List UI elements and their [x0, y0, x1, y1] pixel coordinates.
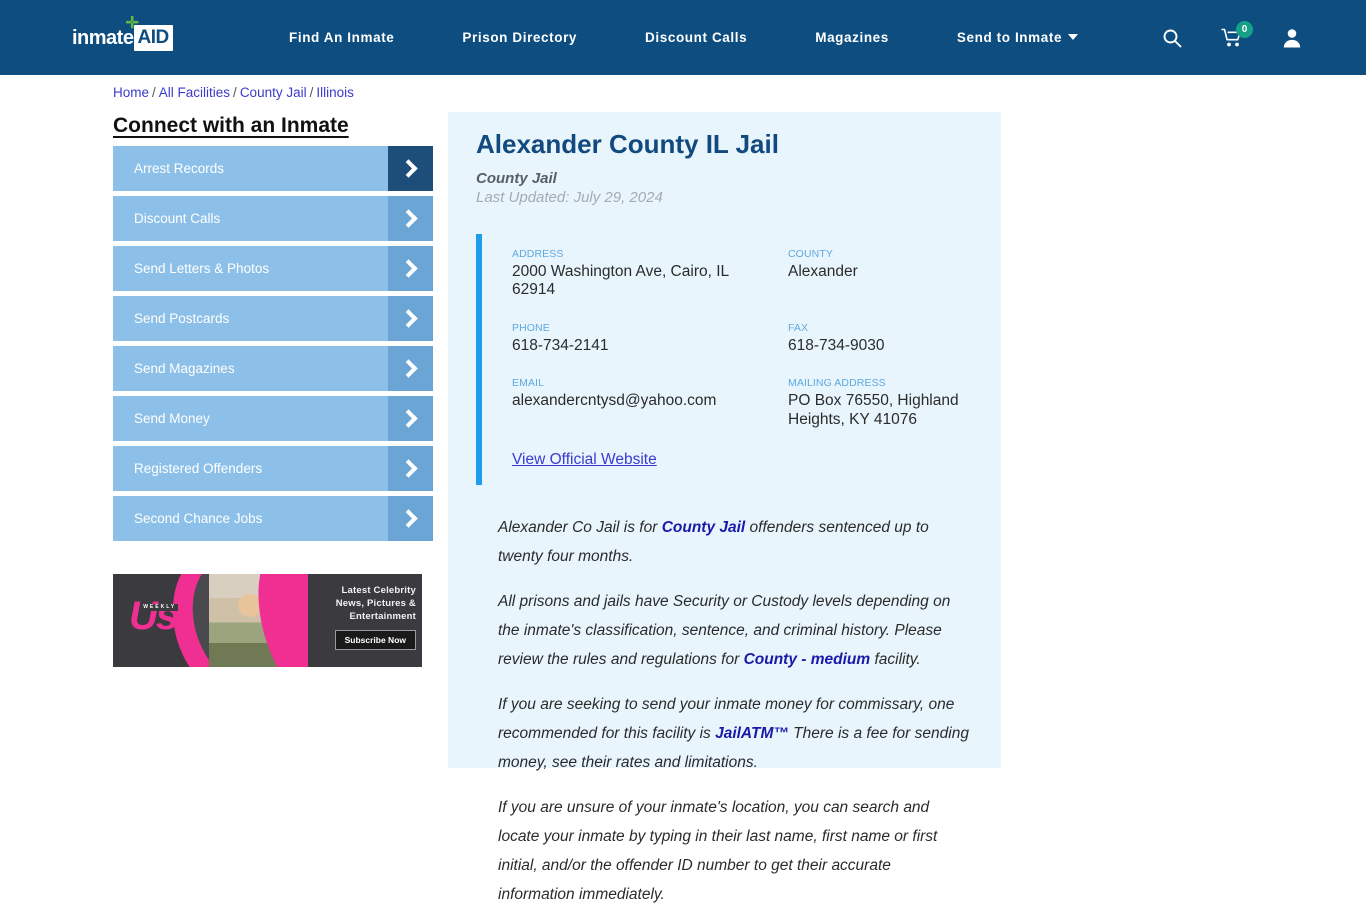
breadcrumb-separator: /	[152, 85, 156, 100]
info-field-county: COUNTY Alexander	[788, 248, 971, 300]
chevron-right-icon	[388, 146, 433, 191]
breadcrumb-item-all-facilities[interactable]: All Facilities	[159, 85, 230, 100]
sidebar-item-send-money[interactable]: Send Money	[113, 396, 433, 441]
sidebar-item-second-chance-jobs[interactable]: Second Chance Jobs	[113, 496, 433, 541]
info-field-phone: PHONE 618-734-2141	[512, 322, 788, 356]
sidebar-item-label: Send Postcards	[134, 311, 230, 326]
facility-contact-card: ADDRESS 2000 Washington Ave, Cairo, IL 6…	[476, 233, 971, 486]
user-account-icon[interactable]	[1280, 25, 1304, 51]
info-value: 2000 Washington Ave, Cairo, IL 62914	[512, 262, 729, 299]
sidebar-item-label: Second Chance Jobs	[134, 511, 263, 526]
sidebar-item-send-magazines[interactable]: Send Magazines	[113, 346, 433, 391]
info-value: 618-734-9030	[788, 336, 885, 354]
description-paragraph: If you are unsure of your inmate's locat…	[498, 799, 938, 904]
facility-panel: Alexander County IL Jail County Jail Las…	[448, 112, 1001, 903]
cart-count-badge: 0	[1236, 20, 1253, 38]
last-updated: Last Updated: July 29, 2024	[476, 188, 663, 206]
logo-badge-text: AID	[137, 27, 169, 48]
sidebar-heading: Connect with an Inmate	[113, 114, 349, 137]
nav-label: Send to Inmate	[956, 30, 1063, 45]
chevron-right-icon	[388, 196, 433, 241]
nav-label: Magazines	[815, 30, 889, 45]
nav-item-discount-calls[interactable]: Discount Calls	[611, 30, 781, 45]
info-label: EMAIL	[512, 377, 545, 390]
ad-headline-line2: News, Pictures &	[335, 598, 416, 609]
plus-cross-icon: ✛	[125, 15, 139, 32]
info-label: PHONE	[512, 321, 550, 334]
description-paragraph: Alexander Co Jail is for County Jail off…	[498, 519, 929, 566]
nav-item-prison-directory[interactable]: Prison Directory	[428, 30, 611, 45]
page-title: Alexander County IL Jail	[476, 129, 779, 159]
sidebar-menu: Arrest Records Discount Calls Send Lette…	[113, 146, 433, 546]
info-value: PO Box 76550, Highland Heights, KY 41076	[788, 392, 959, 428]
nav-item-send-to-inmate[interactable]: Send to Inmate	[923, 30, 1112, 45]
info-field-address: ADDRESS 2000 Washington Ave, Cairo, IL 6…	[512, 248, 788, 300]
chevron-right-icon	[388, 296, 433, 341]
sidebar-item-send-postcards[interactable]: Send Postcards	[113, 296, 433, 341]
ad-brand-name: Us	[129, 594, 178, 638]
logo-badge: ✛ AID	[125, 16, 173, 51]
ad-brand-sub: WEEKLY	[141, 604, 179, 611]
info-label: MAILING ADDRESS	[788, 377, 886, 390]
info-field-email: EMAIL alexandercntysd@yahoo.com	[512, 377, 788, 429]
main-navigation: Find An Inmate Prison Directory Discount…	[255, 0, 1112, 75]
ad-headline-line3: Entertainment	[349, 611, 416, 622]
ad-headline-line1: Latest Celebrity	[341, 585, 416, 596]
info-field-mailing-address: MAILING ADDRESS PO Box 76550, Highland H…	[788, 377, 971, 429]
info-label: ADDRESS	[512, 247, 564, 260]
sidebar-item-label: Send Magazines	[134, 361, 235, 376]
facility-type: County Jail	[476, 169, 557, 187]
sidebar-item-arrest-records[interactable]: Arrest Records	[113, 146, 433, 191]
breadcrumb-item-county-jail[interactable]: County Jail	[240, 85, 307, 100]
info-field-fax: FAX 618-734-9030	[788, 322, 971, 356]
nav-label: Find An Inmate	[289, 30, 395, 45]
ad-brand-logo: Us WEEKLY	[129, 594, 179, 638]
sidebar-item-label: Send Money	[134, 411, 210, 426]
view-official-website-link[interactable]: View Official Website	[512, 451, 657, 469]
breadcrumb-separator: /	[233, 85, 237, 100]
info-label: COUNTY	[788, 247, 833, 260]
ad-subscribe-button[interactable]: Subscribe Now	[334, 630, 416, 650]
site-logo[interactable]: inmate ✛ AID	[72, 16, 173, 51]
breadcrumb: Home / All Facilities / County Jail / Illinois	[113, 85, 354, 100]
info-label: FAX	[788, 321, 809, 334]
info-value: alexandercntysd@yahoo.com	[512, 392, 717, 410]
sidebar-item-label: Send Letters & Photos	[134, 261, 270, 276]
sidebar-item-send-letters-photos[interactable]: Send Letters & Photos	[113, 246, 433, 291]
chevron-right-icon	[388, 446, 433, 491]
chevron-right-icon	[388, 496, 433, 541]
sidebar-item-label: Arrest Records	[134, 161, 225, 176]
facility-info-grid: ADDRESS 2000 Washington Ave, Cairo, IL 6…	[512, 248, 971, 430]
description-paragraph: If you are seeking to send your inmate m…	[498, 696, 969, 772]
ad-copy: Latest Celebrity News, Pictures & Entert…	[304, 584, 416, 650]
facility-description: Alexander Co Jail is for County Jail off…	[476, 513, 971, 909]
description-paragraph: All prisons and jails have Security or C…	[498, 593, 951, 669]
nav-label: Discount Calls	[645, 30, 748, 45]
nav-item-find-an-inmate[interactable]: Find An Inmate	[255, 30, 428, 45]
info-value: 618-734-2141	[512, 336, 609, 354]
breadcrumb-item-illinois[interactable]: Illinois	[316, 85, 354, 100]
header-icon-group: 0	[1160, 0, 1304, 75]
site-header: inmate ✛ AID Find An Inmate Prison Direc…	[0, 0, 1366, 75]
sidebar-ad-banner[interactable]: Us WEEKLY Latest Celebrity News, Picture…	[113, 574, 422, 667]
info-value: Alexander	[788, 262, 858, 280]
search-icon[interactable]	[1160, 25, 1184, 51]
chevron-right-icon	[388, 346, 433, 391]
sidebar-item-label: Discount Calls	[134, 211, 221, 226]
breadcrumb-item-home[interactable]: Home	[113, 85, 149, 100]
chevron-right-icon	[388, 396, 433, 441]
nav-label: Prison Directory	[462, 30, 578, 45]
sidebar-item-label: Registered Offenders	[134, 461, 263, 476]
breadcrumb-separator: /	[309, 85, 314, 100]
sidebar-item-registered-offenders[interactable]: Registered Offenders	[113, 446, 433, 491]
nav-item-magazines[interactable]: Magazines	[781, 30, 923, 45]
chevron-right-icon	[388, 246, 433, 291]
shopping-cart-icon[interactable]: 0	[1220, 20, 1253, 51]
logo-wordmark: inmate	[72, 27, 134, 49]
ad-artwork: Us WEEKLY	[113, 574, 308, 667]
chevron-down-icon	[1068, 34, 1079, 40]
sidebar-item-discount-calls[interactable]: Discount Calls	[113, 196, 433, 241]
